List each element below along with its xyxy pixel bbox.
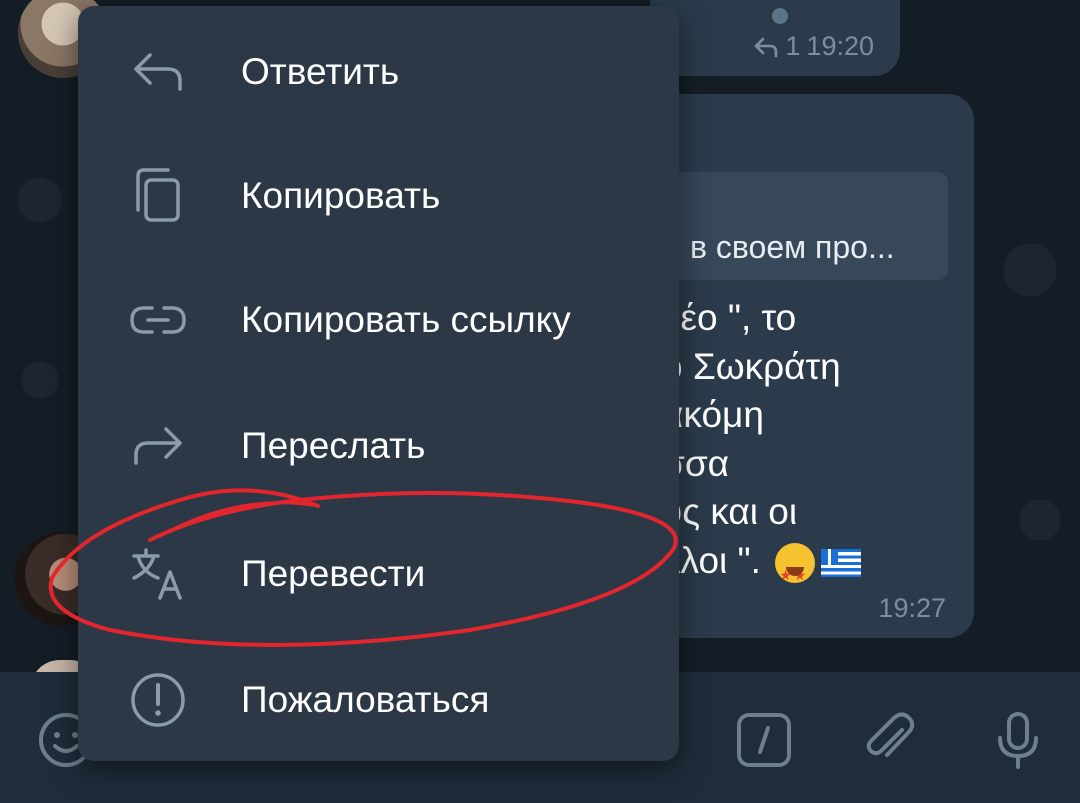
reply-preview[interactable]: в своем про... [638,172,948,280]
menu-item-label: Перевести [241,553,426,594]
menu-item-copy-link[interactable]: Копировать ссылку [78,258,679,382]
message-bubble[interactable]: 1 19:20 [650,0,900,76]
message-time: 19:20 [806,31,874,61]
menu-item-label: Ответить [241,51,400,92]
bot-command-icon[interactable] [734,710,794,770]
message-line: ο Σωκράτη [662,345,841,387]
message-line: νέο ", το [662,297,797,338]
reply-count: 1 [785,31,801,61]
copy-icon [128,166,188,226]
reply-preview-text: в своем про... [690,229,895,265]
menu-item-reply[interactable]: Ответить [78,10,679,134]
menu-item-forward[interactable]: Переслать [78,384,679,508]
microphone-icon[interactable] [988,710,1048,770]
attach-icon[interactable] [860,710,920,770]
translate-icon [128,544,188,604]
menu-item-copy[interactable]: Копировать [78,134,679,258]
message-text: νέο ", το ο Σωκράτη ακόμη σσα υς και οι … [662,294,862,599]
message-time: 19:27 [878,593,946,623]
star-struck-emoji-icon [775,542,816,599]
reply-count-icon [755,37,778,57]
reply-icon [128,42,188,102]
menu-item-report[interactable]: Пожаловаться [78,638,679,762]
menu-item-label: Копировать [241,175,441,216]
menu-item-label: Переслать [241,425,426,466]
menu-item-label: Копировать ссылку [241,299,571,340]
menu-item-label: Пожаловаться [241,679,490,720]
forward-icon [128,416,188,476]
link-icon [128,290,188,350]
message-context-menu: Ответить Копировать Копировать ссылку Пе… [78,6,679,761]
report-icon [128,670,188,730]
message-line: υς και οι [662,491,798,532]
reaction-dot [772,8,788,24]
menu-item-translate[interactable]: Перевести [78,512,679,636]
greece-flag-icon [821,548,862,577]
message-meta: 1 19:20 [753,31,874,62]
